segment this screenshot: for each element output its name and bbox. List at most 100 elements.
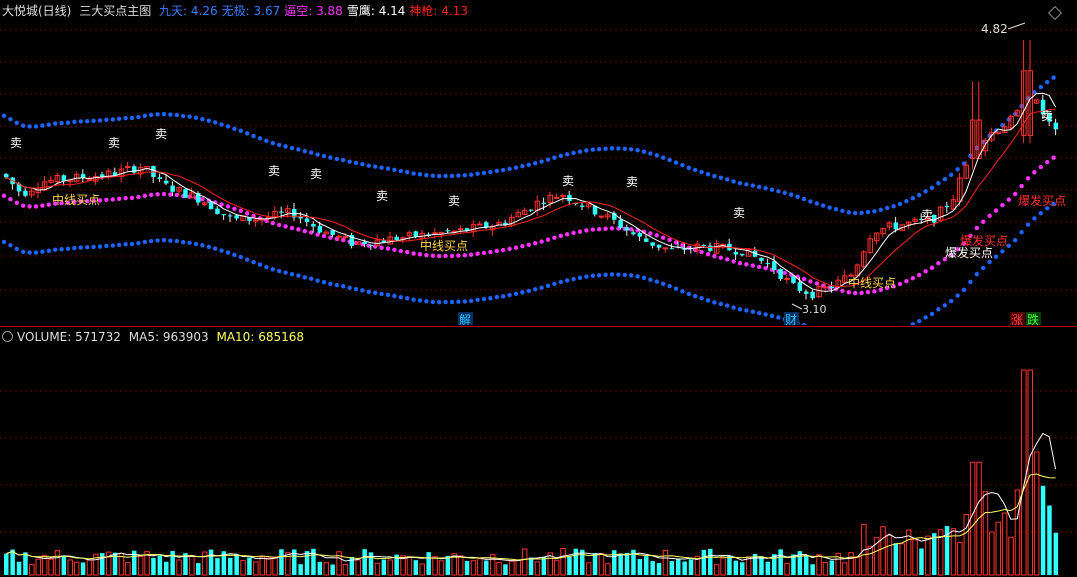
middle-band-dot — [1013, 191, 1018, 197]
volume-bar — [10, 549, 15, 575]
upper-band-dot — [1, 113, 7, 118]
candle-body — [157, 177, 163, 179]
lower-band-dot — [629, 273, 634, 278]
volume-bar — [503, 564, 508, 575]
middle-band-dot — [654, 233, 659, 238]
lower-band-dot — [513, 291, 519, 297]
volume-bar — [733, 560, 739, 575]
candle-body — [4, 173, 9, 178]
middle-band-dot — [33, 204, 39, 209]
volume-bar — [713, 564, 720, 576]
middle-band-dot — [603, 226, 608, 231]
lower-band-dot — [776, 315, 781, 320]
middle-band-dot — [801, 276, 807, 282]
lower-band-dot — [1, 239, 7, 245]
lower-band-dot — [1025, 222, 1031, 227]
upper-band-dot — [277, 142, 282, 148]
mid-buy-label: 中线买点 — [52, 192, 100, 207]
lower-band-dot — [539, 285, 544, 290]
lower-band-dot — [1019, 230, 1024, 235]
volume-bar — [669, 561, 675, 575]
stock-chart-window[interactable]: 大悦城(日线) 三大买点主图 九天: 4.26 无极: 3.67 逼空: 3.88 雪… — [0, 0, 1077, 577]
middle-band-dot — [296, 227, 301, 232]
middle-band-dot — [577, 229, 583, 234]
panel-divider — [0, 326, 1077, 327]
upper-band-dot — [181, 113, 186, 119]
upper-band-dot — [910, 195, 915, 201]
volume-bar — [484, 560, 489, 575]
volume-bar — [1008, 536, 1014, 576]
upper-band-dot — [129, 115, 135, 121]
middle-band-dot — [565, 232, 570, 237]
lower-band-dot — [78, 245, 84, 250]
middle-band-dot — [117, 196, 122, 202]
price-chart[interactable]: 卖卖卖卖 卖卖 卖卖 卖卖 卖卖中线买点中线买点中线买点爆发买点爆发买点爆发买点4.82… — [0, 0, 1077, 325]
volume-bar — [867, 545, 873, 576]
volume-bar — [841, 562, 848, 576]
middle-band-dot — [987, 213, 992, 219]
lower-band-dot — [622, 272, 627, 278]
lower-band-dot — [801, 323, 807, 325]
upper-band-dot — [1051, 75, 1056, 80]
candle-body — [624, 227, 630, 231]
volume-bar — [637, 559, 643, 575]
volume-bar — [272, 556, 278, 576]
lower-band-dot — [385, 292, 391, 297]
candle-body — [528, 209, 534, 211]
upper-band-dot — [8, 116, 13, 122]
volume-chart[interactable] — [0, 342, 1077, 577]
sell-signal-label: 卖 — [562, 174, 574, 188]
lower-band-dot — [981, 265, 986, 271]
volume-bar — [137, 555, 144, 576]
upper-band-dot — [718, 175, 723, 180]
volume-bar — [560, 548, 566, 576]
lower-band-dot — [181, 239, 186, 245]
volume-settings-icon[interactable] — [2, 331, 13, 342]
volume-bar — [682, 561, 687, 575]
upper-band-dot — [712, 174, 717, 179]
upper-band-dot — [923, 189, 928, 194]
middle-band-dot — [200, 196, 205, 202]
upper-band-dot — [174, 112, 179, 118]
candle-body — [944, 205, 950, 208]
volume-bar — [644, 556, 649, 575]
lower-band-dot — [302, 275, 307, 280]
middle-band-dot — [270, 220, 275, 226]
candle-body — [368, 244, 374, 246]
middle-band-dot — [104, 197, 109, 202]
lower-band-dot — [507, 292, 512, 298]
volume-bar — [932, 533, 937, 575]
upper-band-dot — [616, 146, 621, 151]
lower-band-dot — [366, 289, 371, 295]
candle-body — [125, 166, 131, 169]
lower-band-dot — [155, 238, 160, 243]
upper-band-dot — [46, 122, 51, 127]
candle-body — [631, 232, 636, 235]
middle-band-dot — [449, 253, 455, 259]
lower-band-dot — [712, 300, 717, 305]
upper-band-dot — [72, 119, 77, 125]
middle-band-dot — [110, 197, 116, 202]
upper-band-dot — [283, 144, 288, 149]
lower-band-dot — [725, 303, 730, 308]
upper-band-dot — [872, 209, 877, 214]
volume-bar — [419, 563, 425, 576]
volume-bar — [259, 556, 265, 576]
lower-band-dot — [289, 272, 295, 277]
middle-band-dot — [993, 208, 999, 213]
lower-band-dot — [757, 310, 762, 316]
candle-body — [279, 211, 284, 213]
middle-band-dot — [859, 290, 864, 296]
lower-band-dot — [462, 299, 467, 304]
volume-bar — [848, 552, 854, 576]
cai-event-tag: 财 — [785, 313, 797, 325]
middle-band-dot — [494, 248, 499, 254]
middle-band-dot — [974, 225, 979, 231]
lower-band-dot — [232, 252, 237, 258]
lower-band-dot — [993, 254, 999, 259]
lower-band-dot — [1013, 237, 1018, 243]
volume-bar — [688, 559, 694, 575]
upper-band-dot — [398, 168, 403, 174]
candle-body — [804, 291, 809, 294]
middle-band-dot — [475, 251, 480, 256]
